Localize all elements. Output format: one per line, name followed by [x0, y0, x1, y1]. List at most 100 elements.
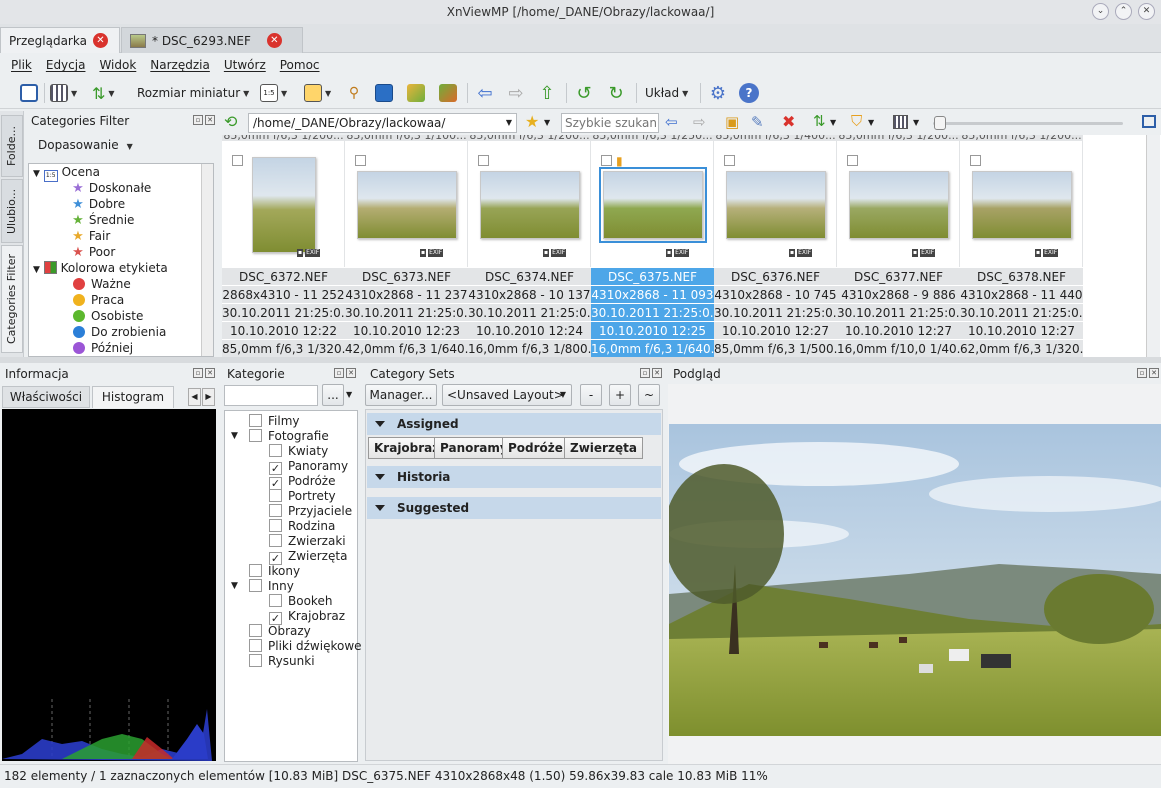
- category-item[interactable]: Zwierzaki: [225, 534, 357, 549]
- section-suggested[interactable]: Suggested: [367, 497, 661, 519]
- menu-view[interactable]: Widok: [92, 54, 143, 76]
- sort-arrows-icon[interactable]: ⇅: [813, 112, 826, 130]
- thumbnail-image[interactable]: [598, 167, 707, 243]
- rating-filter-item[interactable]: ★ Fair: [33, 228, 213, 244]
- layout-select[interactable]: <Unsaved Layout> ▼: [442, 384, 572, 406]
- rotate-right-button[interactable]: ↻: [605, 82, 627, 104]
- category-item[interactable]: Rodzina: [225, 519, 357, 534]
- float-icon[interactable]: ▫: [334, 368, 344, 378]
- thumbnail-item[interactable]: 85,0mm f/6,3 1/100... ▪EXIF DSC_6373.NEF43…: [345, 135, 468, 357]
- arrow-left-icon[interactable]: ⇦: [665, 113, 678, 131]
- thumbnail-item[interactable]: 85,0mm f/6,3 1/200... ▪EXIF DSC_6372.NEF28…: [222, 135, 345, 357]
- close-icon[interactable]: ✕: [652, 368, 662, 378]
- category-item[interactable]: ▼ Inny: [225, 579, 357, 594]
- tab-favorites[interactable]: Ulubio...: [1, 179, 23, 243]
- forward-button[interactable]: ⇨: [505, 82, 527, 104]
- category-checkbox[interactable]: [249, 579, 262, 592]
- close-window-button[interactable]: ✕: [1138, 3, 1155, 20]
- float-icon[interactable]: ▫: [193, 115, 203, 125]
- parent-folder-button[interactable]: ⇧: [536, 82, 558, 104]
- tree-group-color-label[interactable]: ▼ Kolorowa etykieta: [33, 260, 213, 276]
- close-icon[interactable]: ✕: [205, 115, 215, 125]
- thumbnail-size-button[interactable]: Rozmiar miniatur ▼: [137, 82, 249, 104]
- tab-scroll-left[interactable]: ◀: [188, 388, 201, 406]
- thumbnail-item[interactable]: 85,0mm f/6,3 1/200... ▪EXIF DSC_6378.NEF43…: [960, 135, 1083, 357]
- category-more-button[interactable]: ...: [322, 384, 344, 406]
- category-item[interactable]: Filmy: [225, 414, 357, 429]
- close-icon[interactable]: ✕: [1149, 368, 1159, 378]
- maximize-button[interactable]: ⌃: [1115, 3, 1132, 20]
- category-item[interactable]: Obrazy: [225, 624, 357, 639]
- category-checkbox[interactable]: [249, 564, 262, 577]
- category-checkbox[interactable]: [249, 414, 262, 427]
- color-label-filter-item[interactable]: Osobiste: [33, 308, 213, 324]
- tab-properties[interactable]: Właściwości: [2, 386, 90, 408]
- close-icon[interactable]: ✕: [205, 368, 215, 378]
- select-checkbox[interactable]: [355, 155, 366, 166]
- menu-tools[interactable]: Narzędzia: [143, 54, 217, 76]
- close-icon[interactable]: ✕: [346, 368, 356, 378]
- ratio-button[interactable]: 1:5 ▼: [260, 82, 287, 104]
- category-checkbox[interactable]: [269, 489, 282, 502]
- manager-button[interactable]: Manager...: [365, 384, 437, 406]
- bookmark-button[interactable]: ▼: [304, 82, 331, 104]
- export-button[interactable]: [437, 82, 459, 104]
- category-item[interactable]: Ikony: [225, 564, 357, 579]
- category-item[interactable]: Pliki dźwiękowe: [225, 639, 362, 654]
- thumbnail-image[interactable]: [251, 157, 316, 253]
- view-mode-button[interactable]: ▼: [50, 82, 77, 104]
- new-folder-icon[interactable]: ▣: [725, 113, 739, 131]
- section-history[interactable]: Historia: [367, 466, 661, 488]
- tab-folders[interactable]: Folde...: [1, 115, 23, 177]
- category-item[interactable]: Bookeh: [225, 594, 357, 609]
- thumbnail-image[interactable]: [848, 171, 949, 239]
- category-item[interactable]: ✓ Zwierzęta: [225, 549, 357, 565]
- layout-button[interactable]: Układ ▼: [645, 82, 688, 104]
- settings-button[interactable]: ⚙: [707, 82, 729, 104]
- menu-help[interactable]: Pomoc: [273, 54, 327, 76]
- menu-edit[interactable]: Edycja: [39, 54, 93, 76]
- section-assigned[interactable]: Assigned: [367, 413, 661, 435]
- thumbnail-size-slider[interactable]: [933, 122, 1123, 125]
- color-label-filter-item[interactable]: Praca: [33, 292, 213, 308]
- add-set-button[interactable]: +: [609, 384, 631, 406]
- path-input[interactable]: /home/_DANE/Obrazy/lackowaa/▼: [248, 113, 517, 133]
- expand-arrow-icon[interactable]: ▼: [231, 429, 238, 444]
- rename-set-button[interactable]: ~: [638, 384, 660, 406]
- select-checkbox[interactable]: [601, 155, 612, 166]
- tab-histogram[interactable]: Histogram: [92, 386, 174, 408]
- select-checkbox[interactable]: [232, 155, 243, 166]
- category-item[interactable]: ✓ Krajobraz: [225, 609, 357, 625]
- delete-icon[interactable]: ✖: [782, 112, 795, 131]
- tree-group-rating[interactable]: ▼ 1:5 Ocena: [33, 164, 213, 182]
- help-button[interactable]: ?: [738, 82, 760, 104]
- close-tab-icon[interactable]: ✕: [266, 33, 282, 48]
- float-icon[interactable]: ▫: [193, 368, 203, 378]
- category-item[interactable]: Przyjaciele: [225, 504, 357, 519]
- match-mode-dropdown[interactable]: Dopasowanie ▼: [38, 138, 133, 152]
- category-checkbox[interactable]: [269, 594, 282, 607]
- thumbnail-item[interactable]: 85,0mm f/6,3 1/200... ▪EXIF DSC_6377.NEF43…: [837, 135, 960, 357]
- color-label-filter-item[interactable]: Ważne: [33, 276, 213, 292]
- select-checkbox[interactable]: [970, 155, 981, 166]
- edit-icon[interactable]: ✎: [751, 113, 764, 131]
- thumbnail-image[interactable]: [479, 171, 580, 239]
- category-item[interactable]: ▼ Fotografie: [225, 429, 357, 444]
- select-checkbox[interactable]: [724, 155, 735, 166]
- category-checkbox[interactable]: [249, 639, 262, 652]
- thumbnail-item[interactable]: 85,0mm f/6,3 1/250... ▮ ▪EXIF DSC_6375.NEF4…: [591, 135, 714, 357]
- color-label-filter-item[interactable]: Do zrobienia: [33, 324, 213, 340]
- category-checkbox[interactable]: [249, 624, 262, 637]
- grid-scrollbar[interactable]: [1146, 135, 1160, 357]
- grid-view-icon[interactable]: [893, 115, 908, 129]
- rotate-left-button[interactable]: ↺: [573, 82, 595, 104]
- menu-file[interactable]: Plik: [4, 54, 39, 76]
- menu-create[interactable]: Utwórz: [217, 54, 273, 76]
- float-icon[interactable]: ▫: [640, 368, 650, 378]
- thumbnail-item[interactable]: 85,0mm f/6,3 1/400... ▪EXIF DSC_6376.NEF43…: [714, 135, 837, 357]
- category-item[interactable]: Portrety: [225, 489, 357, 504]
- tab-categories-filter[interactable]: Categories Filter: [1, 245, 23, 353]
- minimize-button[interactable]: ⌄: [1092, 3, 1109, 20]
- panel-toggle-icon[interactable]: [1142, 115, 1156, 128]
- refresh-icon[interactable]: ⟲: [224, 112, 237, 131]
